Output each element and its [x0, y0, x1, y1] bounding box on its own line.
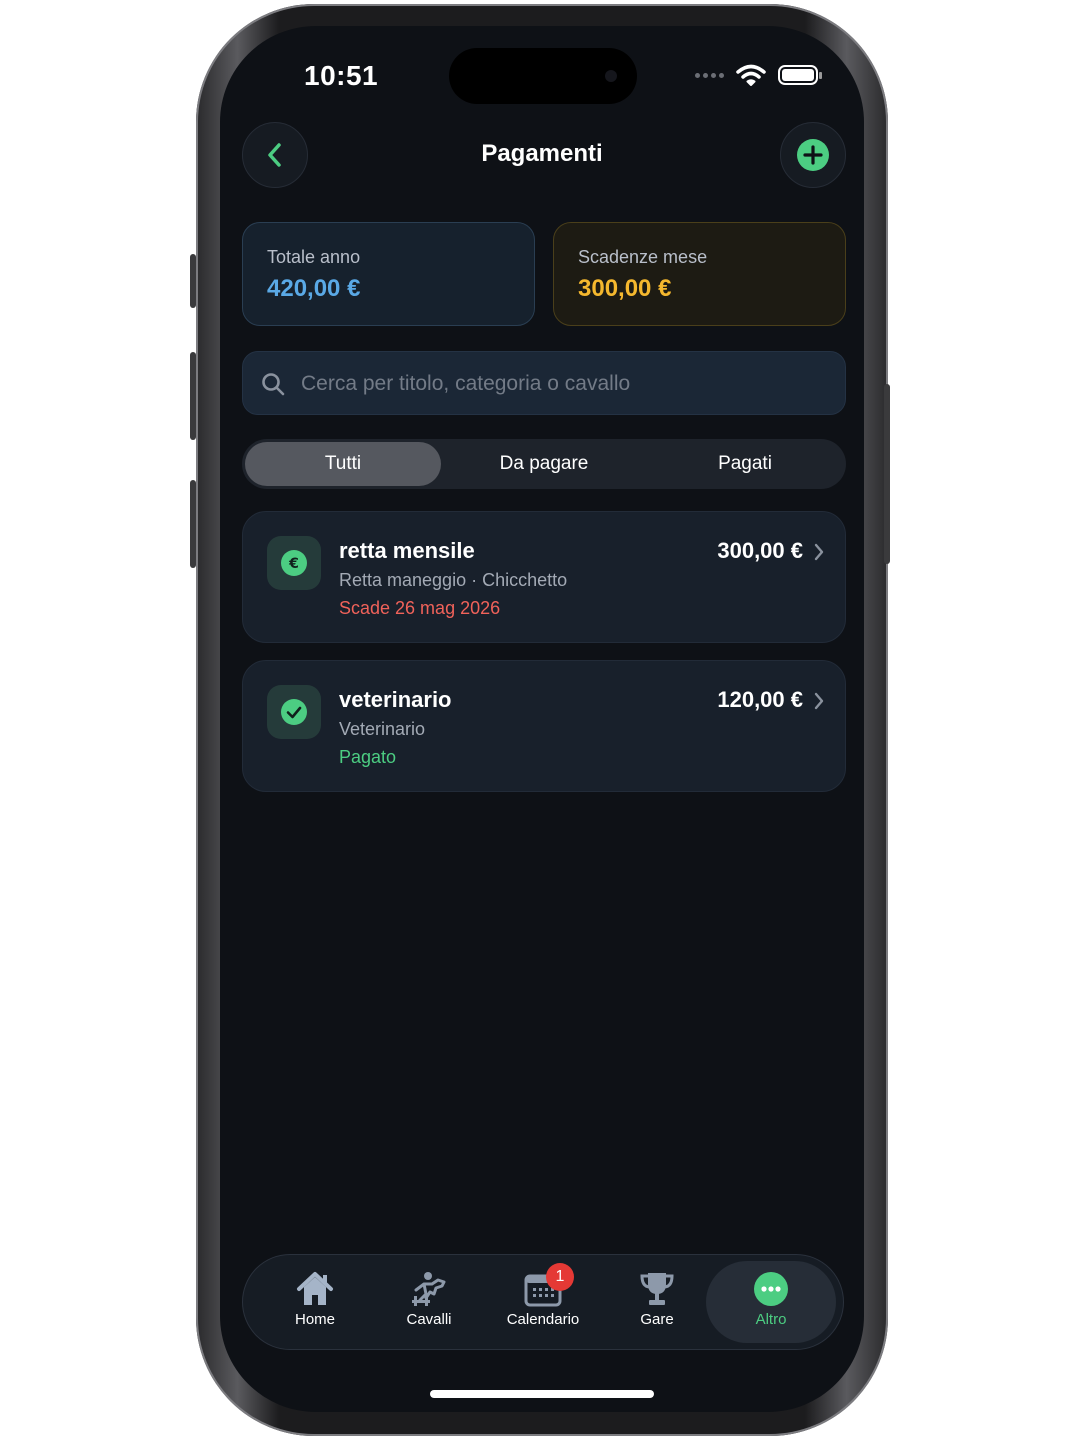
dynamic-island	[449, 48, 637, 104]
payment-status: Scade 26 mag 2026	[339, 598, 501, 618]
search-icon	[262, 373, 285, 396]
payment-icon-box	[267, 685, 321, 739]
status-time: 10:51	[304, 60, 379, 91]
tab-gare[interactable]: Gare	[600, 1261, 714, 1343]
filter-tab-da-pagare[interactable]: Da pagare	[446, 442, 642, 486]
app-screen: 10:51 Pagamenti Totale anno 420,00 € Sca…	[220, 26, 864, 1412]
year-total-card: Totale anno 420,00 €	[242, 222, 535, 326]
more-icon	[754, 1272, 788, 1306]
chevron-right-icon	[814, 692, 824, 710]
trophy-icon	[640, 1273, 674, 1305]
tab-gare-label: Gare	[640, 1311, 674, 1328]
tab-home-label: Home	[294, 1311, 335, 1328]
year-total-value: 420,00 €	[267, 275, 361, 302]
add-payment-button[interactable]	[780, 122, 846, 188]
filter-segmented-control: Tutti Da pagare Pagati	[242, 439, 846, 489]
signal-icon	[695, 72, 724, 78]
payment-subtitle: Retta maneggio · Chicchetto	[339, 570, 568, 590]
tab-cavalli-label: Cavalli	[406, 1311, 452, 1328]
payment-row[interactable]: veterinario Veterinario Pagato 120,00 €	[242, 660, 846, 792]
month-due-value: 300,00 €	[578, 275, 672, 302]
tab-home[interactable]: Home	[258, 1261, 372, 1343]
bottom-tab-bar: Home Cavalli 1 Calendario Gare Altro	[242, 1254, 844, 1350]
chevron-right-icon	[814, 543, 824, 561]
wifi-icon	[736, 64, 766, 86]
calendar-badge: 1	[546, 1263, 574, 1291]
volume-down-button	[190, 480, 196, 568]
payment-icon-box: €	[267, 536, 321, 590]
horse-jump-icon	[412, 1272, 446, 1306]
payment-status: Pagato	[339, 747, 397, 767]
year-total-label: Totale anno	[267, 247, 361, 267]
volume-up-button	[190, 352, 196, 440]
filter-tab-tutti[interactable]: Tutti	[245, 442, 441, 486]
home-indicator[interactable]	[430, 1390, 654, 1398]
month-due-label: Scadenze mese	[578, 247, 708, 267]
status-icons	[695, 64, 822, 86]
check-icon	[281, 699, 307, 725]
tab-calendario[interactable]: 1 Calendario	[486, 1261, 600, 1343]
action-button	[190, 254, 196, 308]
month-due-card: Scadenze mese 300,00 €	[553, 222, 846, 326]
payment-amount: 120,00 €	[717, 687, 803, 712]
filter-tab-pagati[interactable]: Pagati	[647, 442, 843, 486]
search-bar[interactable]	[242, 351, 846, 415]
tab-altro[interactable]: Altro	[706, 1261, 836, 1343]
payment-amount: 300,00 €	[717, 538, 803, 563]
svg-text:€: €	[288, 556, 299, 572]
tab-cavalli[interactable]: Cavalli	[372, 1261, 486, 1343]
plus-circle-icon	[797, 139, 829, 171]
home-icon	[297, 1272, 333, 1305]
euro-icon: €	[281, 550, 307, 576]
payment-subtitle: Veterinario	[339, 719, 426, 739]
tab-calendario-label: Calendario	[506, 1311, 580, 1328]
page-title: Pagamenti	[481, 140, 603, 167]
power-button	[884, 384, 890, 564]
battery-icon	[778, 65, 822, 85]
payment-row[interactable]: € retta mensile Retta maneggio · Chicche…	[242, 511, 846, 643]
search-input[interactable]	[299, 366, 823, 402]
payment-title: retta mensile	[339, 538, 475, 563]
payment-title: veterinario	[339, 687, 452, 712]
tab-altro-label: Altro	[755, 1311, 787, 1328]
